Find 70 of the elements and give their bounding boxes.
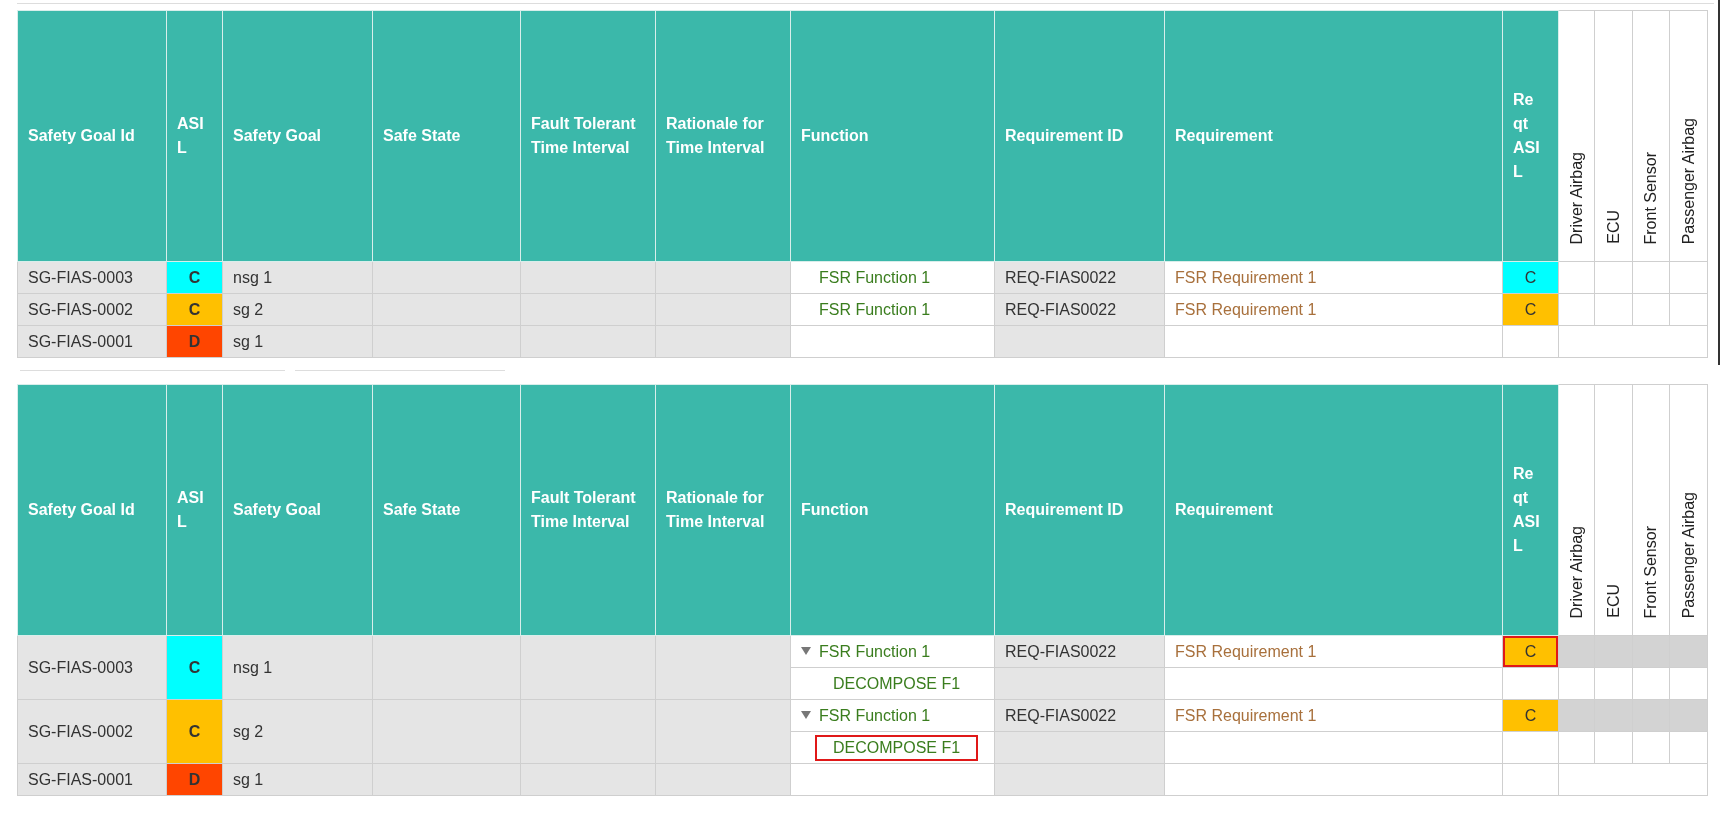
asil-cell: D (166, 325, 223, 358)
function-link[interactable]: FSR Function 1 (819, 706, 931, 724)
column-header: ASIL (166, 384, 223, 636)
table-cell: FSR Requirement 1 (1164, 635, 1503, 668)
table-cell: REQ-FIAS0022 (994, 293, 1165, 326)
asil-cell: C (166, 293, 223, 326)
function-link[interactable]: FSR Function 1 (801, 300, 931, 318)
asil-cell: C (1502, 261, 1559, 294)
asil-cell: C (166, 635, 223, 700)
column-header: Passenger Airbag (1669, 10, 1708, 262)
column-header: Reqt ASIL (1502, 10, 1559, 262)
column-header: Function (790, 384, 995, 636)
column-header: Front Sensor (1632, 384, 1670, 636)
column-header: Safety Goal Id (17, 10, 167, 262)
table-cell: sg 1 (222, 763, 373, 796)
column-header: ECU (1594, 10, 1633, 262)
table-cell: nsg 1 (222, 635, 373, 700)
caret-icon[interactable] (801, 710, 811, 719)
table-cell: SG-FIAS-0002 (17, 293, 167, 326)
table-cell (1502, 763, 1559, 796)
column-header: Driver Airbag (1558, 10, 1595, 262)
table-cell: REQ-FIAS0022 (994, 635, 1165, 668)
column-header: Front Sensor (1632, 10, 1670, 262)
column-header: Safety Goal Id (17, 384, 167, 636)
table-cell: SG-FIAS-0001 (17, 325, 167, 358)
table-cell: FSR Requirement 1 (1164, 293, 1503, 326)
table-cell: sg 1 (222, 325, 373, 358)
column-header: Driver Airbag (1558, 384, 1595, 636)
column-header: Requirement (1164, 10, 1503, 262)
column-header: Safety Goal (222, 10, 373, 262)
asil-cell: C (1502, 635, 1559, 668)
table-cell: REQ-FIAS0022 (994, 699, 1165, 732)
column-header: Requirement (1164, 384, 1503, 636)
column-header: Requirement ID (994, 384, 1165, 636)
function-link[interactable]: DECOMPOSE F1 (815, 670, 979, 697)
table-cell: FSR Requirement 1 (1164, 261, 1503, 294)
column-header: Safe State (372, 10, 521, 262)
table-cell: SG-FIAS-0003 (17, 261, 167, 294)
column-header: Reqt ASIL (1502, 384, 1559, 636)
column-header: Rationale for Time Interval (655, 10, 791, 262)
column-header: Fault Tolerant Time Interval (520, 384, 656, 636)
table-cell: REQ-FIAS0022 (994, 261, 1165, 294)
asil-cell: C (166, 699, 223, 764)
asil-cell: C (1502, 293, 1559, 326)
caret-icon[interactable] (801, 646, 811, 655)
table-cell: nsg 1 (222, 261, 373, 294)
column-header: Function (790, 10, 995, 262)
table-cell: SG-FIAS-0003 (17, 635, 167, 700)
function-link[interactable]: FSR Function 1 (819, 642, 931, 660)
column-header: Safety Goal (222, 384, 373, 636)
asil-cell: C (1502, 699, 1559, 732)
table-cell: sg 2 (222, 293, 373, 326)
table-cell: SG-FIAS-0001 (17, 763, 167, 796)
column-header: Rationale for Time Interval (655, 384, 791, 636)
table-cell (1502, 325, 1559, 358)
column-header: Requirement ID (994, 10, 1165, 262)
column-header: ASIL (166, 10, 223, 262)
table-cell (1502, 667, 1559, 700)
function-link[interactable]: DECOMPOSE F1 (815, 734, 979, 761)
table-cell (1502, 731, 1559, 764)
asil-cell: C (166, 261, 223, 294)
table-cell: SG-FIAS-0002 (17, 699, 167, 764)
asil-cell: D (166, 763, 223, 796)
table-cell: FSR Requirement 1 (1164, 699, 1503, 732)
table-cell: sg 2 (222, 699, 373, 764)
function-link[interactable]: FSR Function 1 (801, 268, 931, 286)
column-header: Fault Tolerant Time Interval (520, 10, 656, 262)
column-header: Safe State (372, 384, 521, 636)
column-header: Passenger Airbag (1669, 384, 1708, 636)
column-header: ECU (1594, 384, 1633, 636)
